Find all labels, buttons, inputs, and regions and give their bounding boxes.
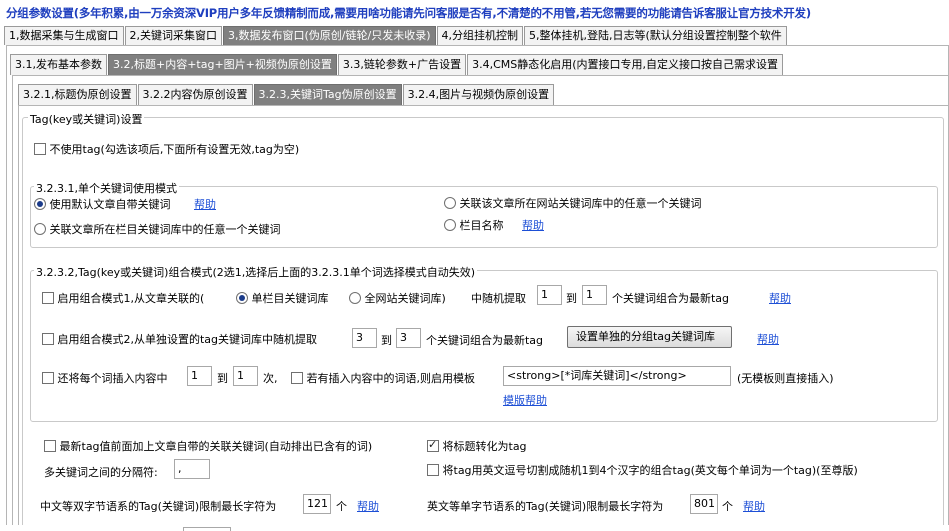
tab-overall-settings[interactable]: 5,整体挂机,登陆,日志等(默认分组设置控制整个软件 bbox=[524, 26, 787, 45]
tab-group-control[interactable]: 4,分组挂机控制 bbox=[436, 26, 523, 45]
combo-mode1-column-row: 单栏目关键词库 bbox=[236, 290, 329, 306]
en-limit-input[interactable]: 801 bbox=[690, 494, 718, 514]
title-to-tag-row: 将标题转化为tag bbox=[427, 438, 527, 454]
mode-default-radio[interactable] bbox=[34, 198, 46, 210]
cn-limit-label: 中文等双字节语系的Tag(关键词)限制最长字符为 bbox=[40, 500, 277, 513]
mode-colname-label: 栏目名称 bbox=[459, 219, 504, 232]
cn-limit-unit: 个 bbox=[336, 500, 347, 513]
tab-pseudo-original[interactable]: 3.2,标题+内容+tag+图片+视频伪原创设置 bbox=[108, 54, 337, 75]
no-tag-checkbox[interactable] bbox=[34, 143, 46, 155]
combo-mode2-help-link[interactable]: 帮助 bbox=[757, 331, 779, 347]
combo-mode1-site-row: 全网站关键词库) bbox=[349, 290, 446, 306]
en-limit-label: 英文等单字节语系的Tag(关键词)限制最长字符为 bbox=[427, 500, 664, 513]
prepend-keywords-row: 最新tag值前面加上文章自带的关联关键词(自动排出已含有的词) bbox=[44, 438, 372, 454]
template-checkbox[interactable] bbox=[291, 372, 303, 384]
combo-mode1-site-label: 全网站关键词库) bbox=[364, 292, 446, 305]
insert-checkbox[interactable] bbox=[42, 372, 54, 384]
mode-colname-row: 栏目名称 bbox=[444, 217, 504, 233]
template-input[interactable]: <strong>[*词库关键词]</strong> bbox=[503, 366, 731, 386]
title-to-tag-label: 将标题转化为tag bbox=[442, 440, 527, 453]
mode-default-row: 使用默认文章自带关键词 bbox=[34, 196, 171, 212]
prepend-keywords-checkbox[interactable] bbox=[44, 440, 56, 452]
combo-mode2-to-input[interactable]: 3 bbox=[396, 328, 421, 348]
tab-image-video-pseudo[interactable]: 3.2.4,图片与视频伪原创设置 bbox=[402, 84, 555, 105]
combo-mode1-checkbox[interactable] bbox=[42, 292, 54, 304]
combo-mode-label: 3.2.3.2,Tag(key或关键词)组合模式(2选1,选择后上面的3.2.3… bbox=[34, 264, 477, 280]
combo-mode2-row: 启用组合模式2,从单独设置的tag关键词库中随机提取 bbox=[42, 331, 317, 347]
mode-column-radio[interactable] bbox=[34, 223, 46, 235]
tab-content-pseudo[interactable]: 3.2.2内容伪原创设置 bbox=[137, 84, 253, 105]
window-title-bar: 分组参数设置(多年积累,由一万余资深VIP用户多年反馈精制而成,需要用啥功能请先… bbox=[0, 0, 949, 24]
single-keyword-mode-label: 3.2.3.1,单个关键词使用模式 bbox=[34, 180, 179, 196]
split-tag-row: 将tag用英文逗号切割成随机1到4个汉字的组合tag(英文每个单词为一个tag)… bbox=[427, 462, 858, 478]
tab-cms-static[interactable]: 3.4,CMS静态化启用(内置接口专用,自定义接口按自己需求设置 bbox=[467, 54, 784, 75]
mode-site-label: 关联该文章所在网站关键词库中的任意一个关键词 bbox=[459, 197, 702, 210]
insert-to-label: 到 bbox=[217, 372, 228, 385]
mode-colname-radio[interactable] bbox=[444, 219, 456, 231]
combo-mode1-row: 启用组合模式1,从文章关联的( bbox=[42, 290, 204, 306]
combo-mode1-mid-label: 中随机提取 bbox=[471, 292, 526, 305]
mode-colname-help-link[interactable]: 帮助 bbox=[522, 217, 544, 233]
combo-mode1-to-input[interactable]: 1 bbox=[582, 285, 607, 305]
insert-to-input[interactable]: 1 bbox=[233, 366, 258, 386]
insert-from-input[interactable]: 1 bbox=[187, 366, 212, 386]
combo-mode1-to-label: 到 bbox=[566, 292, 577, 305]
tab-link-wheel[interactable]: 3.3,链轮参数+广告设置 bbox=[337, 54, 467, 75]
no-tag-row: 不使用tag(勾选该项后,下面所有设置无效,tag为空) bbox=[34, 141, 299, 157]
combo-mode2-from-input[interactable]: 3 bbox=[352, 328, 377, 348]
insert-row: 还将每个词插入内容中 bbox=[42, 370, 168, 386]
no-tag-label: 不使用tag(勾选该项后,下面所有设置无效,tag为空) bbox=[49, 143, 300, 156]
mode-default-label: 使用默认文章自带关键词 bbox=[49, 198, 171, 211]
window-title: 分组参数设置(多年积累,由一万余资深VIP用户多年反馈精制而成,需要用啥功能请先… bbox=[6, 6, 811, 20]
tab-keyword-collection[interactable]: 2,关键词采集窗口 bbox=[124, 26, 222, 45]
next-row-cutoff bbox=[0, 525, 949, 531]
combo-mode1-column-radio[interactable] bbox=[236, 292, 248, 304]
third-tab-strip: 3.2.1,标题伪原创设置 3.2.2内容伪原创设置 3.2.3,关键词Tag伪… bbox=[18, 84, 555, 105]
template-help-link[interactable]: 模版帮助 bbox=[503, 392, 547, 408]
combo-mode1-label: 启用组合模式1,从文章关联的( bbox=[57, 292, 205, 305]
combo-mode1-column-label: 单栏目关键词库 bbox=[251, 292, 329, 305]
combo-mode1-from-input[interactable]: 1 bbox=[537, 285, 562, 305]
tab-data-collection[interactable]: 1,数据采集与生成窗口 bbox=[4, 26, 124, 45]
mode-column-row: 关联文章所在栏目关键词库中的任意一个关键词 bbox=[34, 221, 281, 237]
prepend-keywords-label: 最新tag值前面加上文章自带的关联关键词(自动排出已含有的词) bbox=[59, 440, 373, 453]
tag-settings-group-label: Tag(key或关键词)设置 bbox=[28, 111, 145, 127]
combo-mode2-checkbox[interactable] bbox=[42, 333, 54, 345]
cn-limit-help-link[interactable]: 帮助 bbox=[357, 498, 379, 514]
combo-mode1-suffix: 个关键词组合为最新tag bbox=[612, 292, 730, 305]
insert-label: 还将每个词插入内容中 bbox=[57, 372, 168, 385]
combo-mode1-site-radio[interactable] bbox=[349, 292, 361, 304]
split-tag-checkbox[interactable] bbox=[427, 464, 439, 476]
template-row: 若有插入内容中的词语,则启用模板 bbox=[291, 370, 475, 386]
separator-input[interactable]: , bbox=[174, 459, 210, 479]
template-label: 若有插入内容中的词语,则启用模板 bbox=[306, 372, 476, 385]
en-limit-help-link[interactable]: 帮助 bbox=[743, 498, 765, 514]
mode-column-label: 关联文章所在栏目关键词库中的任意一个关键词 bbox=[49, 223, 281, 236]
set-group-tag-library-button[interactable]: 设置单独的分组tag关键词库 bbox=[567, 326, 732, 348]
mode-site-row: 关联该文章所在网站关键词库中的任意一个关键词 bbox=[444, 195, 702, 211]
combo-mode2-label: 启用组合模式2,从单独设置的tag关键词库中随机提取 bbox=[57, 333, 318, 346]
template-hint: (无模板则直接插入) bbox=[737, 372, 834, 385]
next-row-input[interactable] bbox=[183, 527, 231, 531]
tab-title-pseudo[interactable]: 3.2.1,标题伪原创设置 bbox=[18, 84, 137, 105]
combo-mode2-suffix: 个关键词组合为最新tag bbox=[426, 334, 544, 347]
split-tag-label: 将tag用英文逗号切割成随机1到4个汉字的组合tag(英文每个单词为一个tag)… bbox=[442, 464, 858, 477]
title-to-tag-checkbox[interactable] bbox=[427, 438, 439, 452]
sub-tab-strip: 3.1,发布基本参数 3.2,标题+内容+tag+图片+视频伪原创设置 3.3,… bbox=[10, 54, 784, 75]
mode-site-radio[interactable] bbox=[444, 197, 456, 209]
main-tab-strip: 1,数据采集与生成窗口 2,关键词采集窗口 3,数据发布窗口(伪原创/链轮/只发… bbox=[4, 26, 788, 45]
insert-times-label: 次, bbox=[263, 372, 278, 385]
cn-limit-input[interactable]: 121 bbox=[303, 494, 331, 514]
separator-label: 多关键词之间的分隔符: bbox=[44, 466, 158, 479]
en-limit-unit: 个 bbox=[722, 500, 733, 513]
tab-data-publish[interactable]: 3,数据发布窗口(伪原创/链轮/只发未收录) bbox=[223, 26, 436, 45]
tab-keyword-tag-pseudo[interactable]: 3.2.3,关键词Tag伪原创设置 bbox=[253, 84, 402, 105]
combo-mode1-help-link[interactable]: 帮助 bbox=[769, 290, 791, 306]
mode-default-help-link[interactable]: 帮助 bbox=[194, 196, 216, 212]
tab-publish-basic[interactable]: 3.1,发布基本参数 bbox=[10, 54, 107, 75]
combo-mode2-to-label: 到 bbox=[381, 334, 392, 347]
